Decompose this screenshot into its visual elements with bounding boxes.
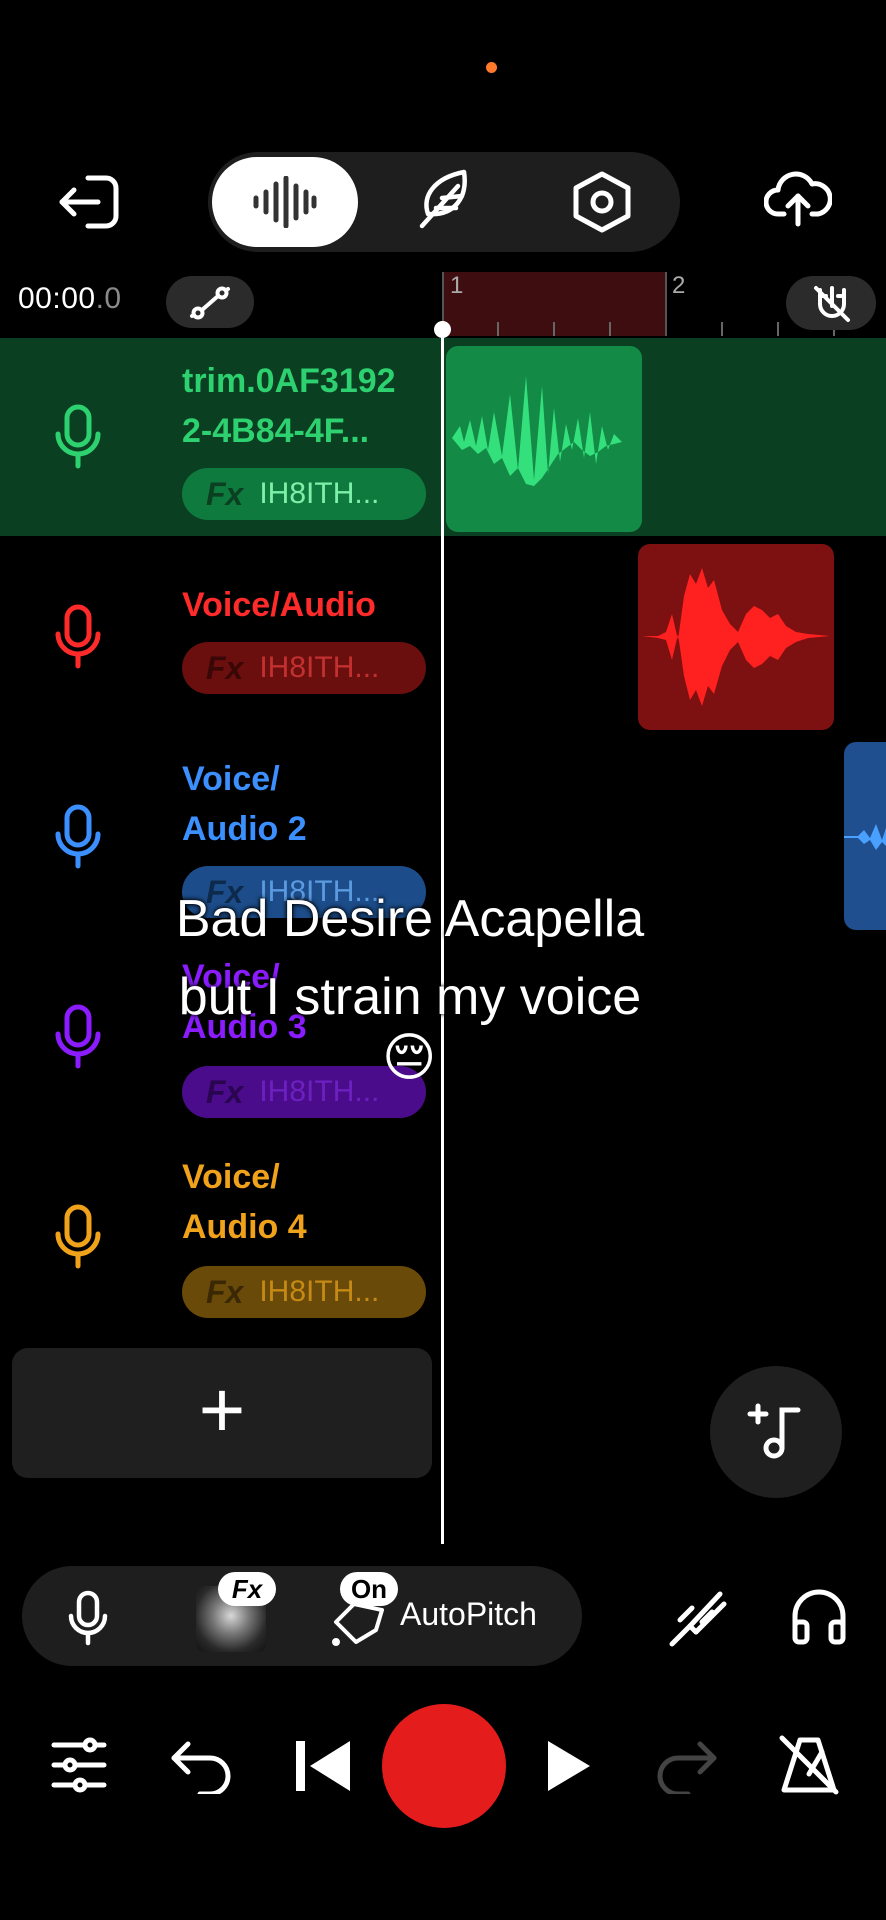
magnet-off-icon (812, 284, 852, 324)
fx-preset: IH8ITH... (259, 651, 380, 684)
tuning-fork-icon[interactable] (666, 1588, 728, 1648)
mic-icon[interactable] (54, 404, 102, 470)
caption-emoji: 😔 (382, 1029, 437, 1087)
fx-label: Fx (206, 475, 244, 512)
ruler-bar-2: 2 (672, 272, 686, 299)
cloud-upload-icon[interactable] (764, 170, 832, 228)
autopitch-on-badge[interactable]: On (340, 1572, 398, 1606)
mixer-sliders-icon[interactable] (50, 1736, 108, 1794)
track-fx-chip-2[interactable]: Fx IH8ITH... (182, 642, 426, 694)
fx-label: Fx (206, 649, 244, 686)
time-fraction: .0 (95, 282, 122, 315)
fx-preset: IH8ITH... (259, 1275, 380, 1308)
add-track-button[interactable]: + (12, 1348, 432, 1478)
recording-indicator-dot (486, 62, 497, 73)
skip-to-start-icon[interactable] (294, 1738, 352, 1794)
play-icon[interactable] (546, 1738, 592, 1794)
track-name-1[interactable]: trim.0AF3192 2-4B84-4F... (182, 356, 422, 456)
exit-arrow-icon[interactable] (58, 172, 122, 232)
metronome-off-icon[interactable] (778, 1734, 840, 1796)
node-curve-icon (188, 286, 232, 320)
audio-clip-track-3[interactable] (844, 742, 886, 930)
mic-icon[interactable] (68, 1590, 108, 1646)
add-music-button[interactable] (710, 1366, 842, 1498)
time-main: 00:00 (18, 282, 96, 315)
audio-clip-track-1[interactable] (446, 346, 642, 532)
mic-icon[interactable] (54, 1004, 102, 1070)
fx-label: Fx (206, 1273, 244, 1310)
audio-clip-track-2[interactable] (638, 544, 834, 730)
waveform-icon[interactable] (252, 176, 318, 228)
track-name-3[interactable]: Voice/ Audio 2 (182, 754, 362, 854)
feather-icon[interactable] (412, 168, 474, 232)
video-caption-overlay: Bad Desire Acapella but I strain my voic… (100, 880, 720, 1036)
autopitch-label[interactable]: AutoPitch (400, 1596, 537, 1633)
mic-icon[interactable] (54, 804, 102, 870)
music-note-plus-icon (746, 1402, 806, 1462)
track-name-2[interactable]: Voice/Audio (182, 580, 442, 630)
playhead-handle[interactable] (434, 321, 451, 338)
caption-line-2: but I strain my voice (178, 968, 642, 1026)
fx-preset: IH8ITH... (259, 477, 380, 510)
headphones-icon[interactable] (790, 1586, 848, 1646)
plus-icon: + (198, 1365, 246, 1454)
fx-label: Fx (206, 1073, 244, 1110)
mic-icon[interactable] (54, 1204, 102, 1270)
track-fx-chip-5[interactable]: Fx IH8ITH... (182, 1266, 426, 1318)
snap-toggle-button[interactable] (786, 276, 876, 330)
record-button[interactable] (382, 1704, 506, 1828)
mic-icon[interactable] (54, 604, 102, 670)
autopitch-tag-icon[interactable] (332, 1600, 386, 1646)
automation-button[interactable] (166, 276, 254, 328)
time-readout: 00:00.0 (18, 282, 122, 316)
track-name-5[interactable]: Voice/ Audio 4 (182, 1152, 362, 1252)
settings-hex-icon[interactable] (572, 170, 632, 234)
caption-line-1: Bad Desire Acapella (175, 890, 645, 948)
ruler-bar-1: 1 (450, 272, 464, 299)
redo-icon[interactable] (656, 1738, 718, 1794)
fx-badge: Fx (218, 1572, 276, 1606)
fx-preset: IH8ITH... (259, 1075, 380, 1108)
track-fx-chip-1[interactable]: Fx IH8ITH... (182, 468, 426, 520)
undo-icon[interactable] (170, 1738, 232, 1794)
